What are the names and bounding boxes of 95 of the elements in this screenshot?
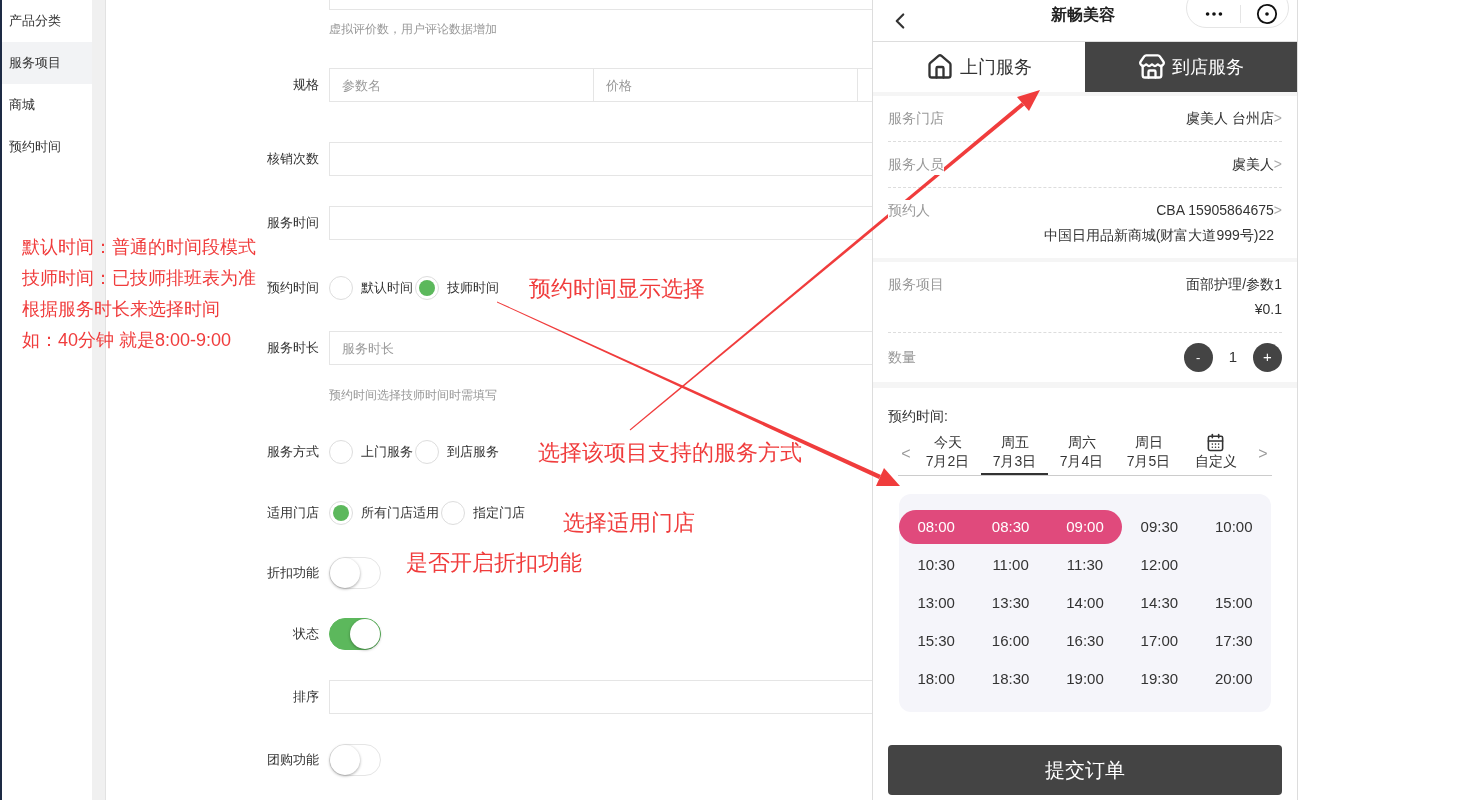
hint-text: 虚拟评价数，用户评论数据增加: [329, 21, 497, 38]
plus-button[interactable]: +: [1253, 343, 1282, 372]
time-slot[interactable]: 08:30: [973, 510, 1048, 544]
info-label: 数量: [888, 348, 916, 367]
input-field[interactable]: [329, 680, 872, 714]
date-tab[interactable]: 自定义: [1182, 433, 1249, 475]
annotation-text: 技师时间：已技师排班表为准: [22, 267, 256, 290]
time-slot[interactable]: 15:00: [1196, 586, 1271, 620]
date-tab[interactable]: 周六 7月4日: [1048, 433, 1115, 475]
field-label: 团购功能: [267, 751, 319, 770]
radio-label: 所有门店适用: [361, 504, 439, 523]
field-label: 服务方式: [267, 443, 319, 462]
field-label: 服务时间: [267, 214, 319, 233]
radio-label: 指定门店: [473, 504, 525, 523]
annotation-text: 选择该项目支持的服务方式: [538, 439, 802, 467]
time-slot[interactable]: 08:00: [899, 510, 974, 544]
page-title: 新畅美容: [1051, 5, 1115, 25]
info-label: 服务人员: [888, 154, 944, 175]
target-icon[interactable]: [1256, 3, 1278, 25]
time-slot[interactable]: 17:00: [1122, 624, 1197, 658]
field-label: 折扣功能: [267, 564, 319, 583]
time-slot[interactable]: 18:00: [899, 662, 974, 696]
input-field[interactable]: [329, 206, 872, 240]
field-label: 预约时间: [267, 279, 319, 298]
service-tab[interactable]: 上门服务: [873, 42, 1085, 92]
store-icon: [1138, 53, 1166, 81]
radio-button[interactable]: [329, 276, 353, 300]
time-slot[interactable]: 17:30: [1196, 624, 1271, 658]
field-label: 服务时长: [267, 339, 319, 358]
radio-label: 到店服务: [447, 443, 499, 462]
time-slot[interactable]: 16:30: [1047, 624, 1123, 658]
info-value: 面部护理/参数1: [1186, 275, 1282, 294]
toggle-switch[interactable]: [329, 618, 381, 650]
time-slot[interactable]: 09:30: [1122, 510, 1197, 544]
hint-text: 预约时间选择技师时间时需填写: [329, 387, 497, 404]
input-field[interactable]: 价格: [593, 68, 857, 102]
calendar-icon: [1206, 433, 1225, 452]
time-slot[interactable]: 09:00: [1047, 510, 1123, 544]
quantity-value: 1: [1228, 347, 1237, 368]
info-label: 预约人: [888, 200, 930, 221]
submit-button[interactable]: 提交订单: [888, 745, 1282, 795]
sidebar-item[interactable]: 预约时间: [2, 126, 92, 168]
time-slot[interactable]: 15:30: [899, 624, 974, 658]
time-slot[interactable]: 19:30: [1122, 662, 1197, 696]
annotation-text: 预约时间显示选择: [529, 275, 705, 303]
input-field[interactable]: 参数名: [329, 68, 593, 102]
info-value: 中国日用品新商城(财富大道999号)22: [1043, 226, 1274, 245]
annotation-text: 是否开启折扣功能: [406, 549, 582, 577]
time-slot[interactable]: 14:30: [1122, 586, 1197, 620]
radio-label: 技师时间: [447, 279, 499, 298]
field-label: 排序: [293, 688, 319, 707]
time-slot[interactable]: 11:30: [1047, 548, 1123, 582]
time-slot[interactable]: 13:30: [973, 586, 1048, 620]
radio-label: 默认时间: [361, 279, 413, 298]
field-label: 规格: [293, 76, 319, 95]
radio-button[interactable]: [415, 276, 439, 300]
radio-button[interactable]: [441, 501, 465, 525]
info-value: ¥0.1: [1254, 300, 1282, 319]
time-slot[interactable]: 18:30: [973, 662, 1048, 696]
info-value: CBA 15905864675: [1156, 201, 1274, 220]
annotation-text: 选择适用门店: [563, 509, 695, 537]
booking-label: 预约时间:: [888, 407, 948, 426]
time-slot[interactable]: 19:00: [1047, 662, 1123, 696]
radio-label: 上门服务: [361, 443, 413, 462]
radio-button[interactable]: [329, 440, 353, 464]
annotation-text: 根据服务时长来选择时间: [22, 298, 220, 321]
time-slot[interactable]: 10:00: [1196, 510, 1271, 544]
date-tab[interactable]: 周五 7月3日: [981, 433, 1048, 475]
date-tab[interactable]: 今天 7月2日: [914, 433, 981, 475]
sidebar-item[interactable]: 产品分类: [2, 0, 92, 42]
input-field[interactable]: [329, 142, 872, 176]
time-slot[interactable]: 11:00: [973, 548, 1048, 582]
input-field[interactable]: [329, 0, 872, 10]
info-value: 虞美人: [1231, 155, 1274, 174]
time-slot[interactable]: 14:00: [1047, 586, 1123, 620]
radio-button[interactable]: [329, 501, 353, 525]
date-tab[interactable]: 周日 7月5日: [1115, 433, 1182, 475]
time-slot[interactable]: 20:00: [1196, 662, 1271, 696]
time-slot[interactable]: 13:00: [899, 586, 974, 620]
annotation-text: 默认时间：普通的时间段模式: [22, 236, 256, 259]
home-icon: [926, 53, 954, 81]
minus-button[interactable]: -: [1183, 343, 1213, 372]
field-label: 核销次数: [267, 150, 319, 169]
info-value: 虞美人 台州店: [1185, 109, 1274, 128]
field-label: 适用门店: [267, 504, 319, 523]
time-slot[interactable]: 16:00: [973, 624, 1048, 658]
time-slot[interactable]: 12:00: [1122, 548, 1197, 582]
radio-button[interactable]: [415, 440, 439, 464]
annotation-text: 如：40分钟 就是8:00-9:00: [22, 329, 232, 352]
field-label: 状态: [293, 625, 319, 644]
sidebar-item[interactable]: 服务项目: [2, 42, 92, 84]
time-slot[interactable]: 10:30: [899, 548, 974, 582]
sidebar-item[interactable]: 商城: [2, 84, 92, 126]
service-tab[interactable]: 到店服务: [1085, 42, 1297, 92]
input-field[interactable]: 服务时长: [329, 331, 872, 365]
